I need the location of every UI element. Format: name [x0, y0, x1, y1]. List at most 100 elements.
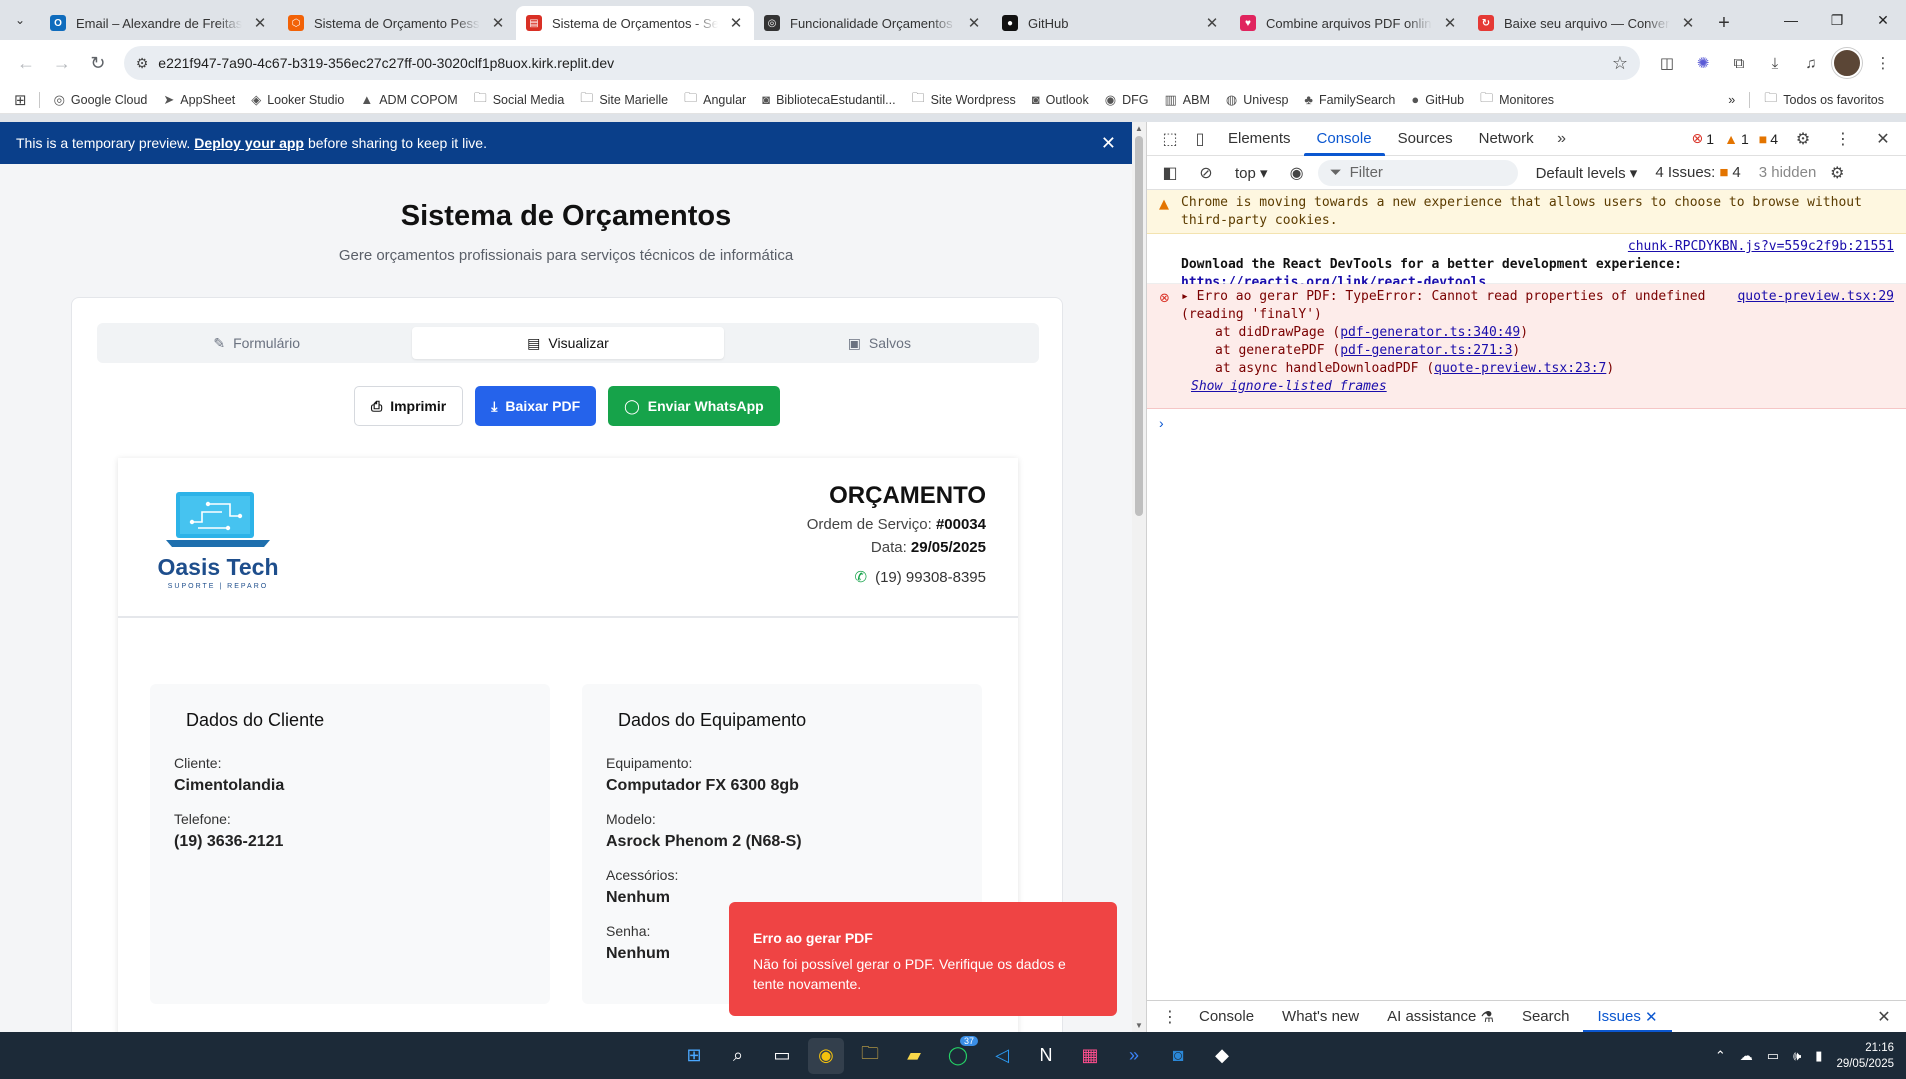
- kebab-menu-icon[interactable]: ⋮: [1828, 124, 1858, 154]
- volume-icon[interactable]: 🕪: [1793, 1048, 1801, 1064]
- browser-tab[interactable]: ♥ Combine arquivos PDF online. ✕: [1230, 6, 1468, 40]
- whatsapp-icon[interactable]: ◯ 37: [940, 1035, 978, 1074]
- drawer-tab-search[interactable]: Search: [1508, 1001, 1584, 1033]
- eye-icon[interactable]: ◉: [1282, 158, 1312, 188]
- more-tabs-icon[interactable]: »: [1547, 124, 1577, 154]
- site-info-icon[interactable]: ⚙: [136, 55, 149, 72]
- bookmark-item[interactable]: ▲ ADM COPOM: [352, 89, 465, 111]
- bookmark-item[interactable]: 🗀 Angular: [676, 89, 754, 111]
- all-bookmarks[interactable]: 🗀 Todos os favoritos: [1756, 89, 1892, 111]
- bookmark-item[interactable]: 🗀 Site Marielle: [572, 89, 676, 111]
- issues-link[interactable]: 4 Issues: ■ 4: [1655, 164, 1740, 181]
- browser-tab[interactable]: ● GitHub ✕: [992, 6, 1230, 40]
- download-icon[interactable]: ⤓: [1760, 48, 1790, 78]
- forward-button[interactable]: →: [44, 45, 80, 81]
- drawer-tab-console[interactable]: Console: [1185, 1001, 1268, 1033]
- bookmark-item[interactable]: ◙ Outlook: [1024, 89, 1097, 111]
- browser-tab[interactable]: ▤ Sistema de Orçamentos - Servi ✕: [516, 6, 754, 40]
- info-source-link[interactable]: chunk-RPCDYKBN.js?v=559c2f9b:21551: [1628, 238, 1894, 256]
- download-pdf-button[interactable]: ⤓ Baixar PDF: [475, 386, 597, 426]
- puzzle-icon[interactable]: ⧉: [1724, 48, 1754, 78]
- close-tab-icon[interactable]: ✕: [1442, 14, 1458, 32]
- bookmark-item[interactable]: ♣ FamilySearch: [1296, 89, 1403, 111]
- error-badge[interactable]: ⊗ 1: [1692, 130, 1715, 147]
- page-scrollbar[interactable]: ▲ ▼: [1132, 122, 1146, 1032]
- minimize-icon[interactable]: —: [1768, 0, 1814, 40]
- close-tab-icon[interactable]: ✕: [490, 14, 506, 32]
- bookmark-item[interactable]: ◙ BibliotecaEstudantil...: [754, 89, 903, 111]
- close-tab-icon[interactable]: ✕: [1204, 14, 1220, 32]
- task-view-icon[interactable]: ▭: [764, 1038, 800, 1074]
- browser-tab[interactable]: ↻ Baixe seu arquivo — Convertio ✕: [1468, 6, 1706, 40]
- app-icon[interactable]: ▦: [1072, 1038, 1108, 1074]
- clock[interactable]: 21:16 29/05/2025: [1836, 1040, 1894, 1072]
- drawer-tab-issues[interactable]: Issues ✕: [1583, 1001, 1672, 1033]
- bookmark-item[interactable]: ◎ Google Cloud: [46, 89, 156, 111]
- drawer-tab-ai-assistance[interactable]: AI assistance ⚗: [1373, 1001, 1508, 1033]
- tab-formulario[interactable]: ✎ Formulário: [101, 327, 412, 359]
- close-tab-icon[interactable]: ✕: [966, 14, 982, 32]
- close-tab-icon[interactable]: ✕: [252, 14, 268, 32]
- battery-icon[interactable]: ▮: [1815, 1048, 1822, 1064]
- back-button[interactable]: ←: [8, 45, 44, 81]
- scrollbar-thumb[interactable]: [1135, 136, 1143, 516]
- context-selector[interactable]: top ▾: [1227, 164, 1276, 182]
- browser-tab[interactable]: ⬡ Sistema de Orçamento Pessoal ✕: [278, 6, 516, 40]
- address-bar[interactable]: ⚙ e221f947-7a90-4c67-b319-356ec27c27ff-0…: [123, 46, 1640, 80]
- tab-sources[interactable]: Sources: [1385, 122, 1466, 156]
- close-window-icon[interactable]: ✕: [1860, 0, 1906, 40]
- notion-icon[interactable]: N: [1028, 1038, 1064, 1074]
- deploy-link[interactable]: Deploy your app: [194, 135, 304, 151]
- bookmark-star-icon[interactable]: ☆: [1612, 53, 1628, 74]
- media-icon[interactable]: ♫: [1796, 48, 1826, 78]
- frame-link[interactable]: quote-preview.tsx:23:7: [1434, 361, 1606, 376]
- vscode-icon[interactable]: ◁: [984, 1038, 1020, 1074]
- console-prompt[interactable]: ›: [1147, 409, 1906, 437]
- bookmark-item[interactable]: 🗀 Social Media: [466, 89, 573, 111]
- reload-button[interactable]: ↻: [80, 45, 116, 81]
- close-banner-icon[interactable]: ✕: [1101, 133, 1116, 154]
- extension-icon[interactable]: ◫: [1652, 48, 1682, 78]
- restore-icon[interactable]: ❐: [1814, 0, 1860, 40]
- cloud-icon[interactable]: ☁: [1740, 1048, 1753, 1064]
- tab-salvos[interactable]: ▣ Salvos: [724, 327, 1035, 359]
- whatsapp-button[interactable]: ◯ Enviar WhatsApp: [608, 386, 780, 426]
- device-toolbar-icon[interactable]: ▯: [1185, 124, 1215, 154]
- print-button[interactable]: ⎙ Imprimir: [354, 386, 464, 426]
- chrome-icon[interactable]: ◉: [808, 1037, 844, 1074]
- apps-icon[interactable]: ⊞: [14, 91, 27, 109]
- frame-link[interactable]: pdf-generator.ts:340:49: [1340, 325, 1520, 340]
- frame-link[interactable]: pdf-generator.ts:271:3: [1340, 343, 1512, 358]
- chevron-up-icon[interactable]: ⌃: [1715, 1048, 1726, 1064]
- file-explorer-icon[interactable]: 🗀: [852, 1038, 888, 1074]
- drawer-menu-icon[interactable]: ⋮: [1155, 1002, 1185, 1032]
- outlook-icon[interactable]: ◙: [1160, 1038, 1196, 1074]
- close-tab-icon[interactable]: ✕: [728, 14, 744, 32]
- error-source-link[interactable]: quote-preview.tsx:29: [1737, 288, 1894, 306]
- network-icon[interactable]: ▭: [1767, 1048, 1779, 1064]
- clear-console-icon[interactable]: ⊘: [1191, 158, 1221, 188]
- search-icon[interactable]: ⌕: [720, 1038, 756, 1074]
- close-drawer-icon[interactable]: ✕: [1869, 1002, 1899, 1032]
- warning-badge[interactable]: ▲ 1: [1724, 131, 1749, 147]
- console-settings-icon[interactable]: ⚙: [1822, 158, 1852, 188]
- bookmark-item[interactable]: 🗀 Site Wordpress: [904, 89, 1024, 111]
- profile-avatar[interactable]: [1831, 48, 1862, 78]
- bookmarks-overflow[interactable]: »: [1720, 93, 1743, 107]
- power-automate-icon[interactable]: »: [1116, 1038, 1152, 1074]
- devtools-badges[interactable]: ⊗ 1 ▲ 1 ■ 4 ⚙ ⋮ ✕: [1692, 124, 1898, 154]
- drawer-tab-whats-new[interactable]: What's new: [1268, 1001, 1373, 1033]
- scroll-up-icon[interactable]: ▲: [1135, 124, 1143, 133]
- levels-dropdown[interactable]: Default levels ▾: [1536, 164, 1638, 182]
- app-icon[interactable]: ◆: [1204, 1038, 1240, 1074]
- bookmark-item[interactable]: ▥ ABM: [1157, 89, 1218, 111]
- url-text[interactable]: e221f947-7a90-4c67-b319-356ec27c27ff-00-…: [158, 55, 1602, 71]
- close-tab-icon[interactable]: ✕: [1645, 1008, 1658, 1026]
- tab-search-button[interactable]: ⌄: [0, 0, 40, 40]
- extension-icon[interactable]: ✺: [1688, 48, 1718, 78]
- settings-icon[interactable]: ⚙: [1788, 124, 1818, 154]
- issues-badge[interactable]: ■ 4: [1759, 131, 1778, 147]
- new-tab-button[interactable]: +: [1706, 6, 1742, 40]
- sidebar-toggle-icon[interactable]: ◧: [1155, 158, 1185, 188]
- sticky-notes-icon[interactable]: ▰: [896, 1038, 932, 1074]
